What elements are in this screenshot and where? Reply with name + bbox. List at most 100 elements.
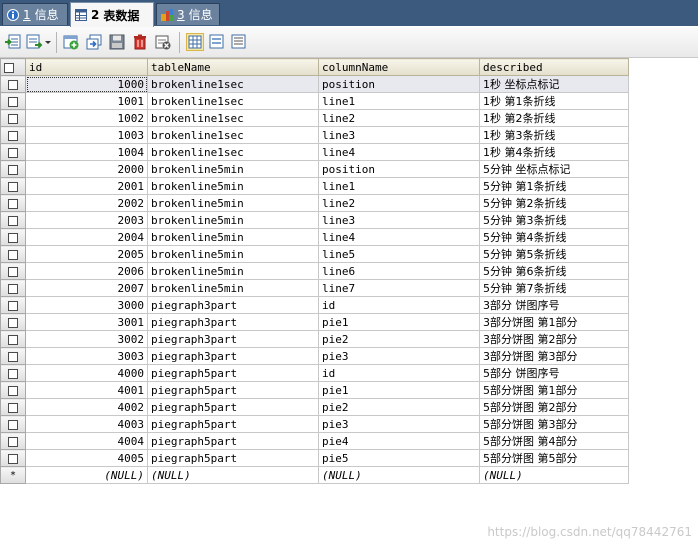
cell-columnname[interactable]: pie3 [318, 347, 480, 365]
cell-columnname[interactable]: position [318, 75, 480, 93]
table-row[interactable]: 4003 piegraph5part pie3 5部分饼图 第3部分 [0, 415, 629, 433]
cell-columnname[interactable]: line1 [318, 92, 480, 110]
table-row[interactable]: 2005 brokenline5min line5 5分钟 第5条折线 [0, 245, 629, 263]
row-checkbox[interactable] [0, 211, 26, 229]
cell-columnname[interactable]: position [318, 160, 480, 178]
cell-tablename[interactable]: piegraph3part [147, 313, 319, 331]
row-checkbox[interactable] [0, 296, 26, 314]
cell-columnname[interactable]: line3 [318, 211, 480, 229]
new-row[interactable]: * (NULL) (NULL) (NULL) (NULL) [0, 466, 629, 484]
row-checkbox[interactable] [0, 126, 26, 144]
null-cell[interactable]: (NULL) [147, 466, 319, 484]
cell-described[interactable]: 5分钟 坐标点标记 [479, 160, 629, 178]
cell-id[interactable]: 2007 [25, 279, 148, 297]
cell-columnname[interactable]: id [318, 364, 480, 382]
table-row[interactable]: 3001 piegraph3part pie1 3部分饼图 第1部分 [0, 313, 629, 331]
cell-columnname[interactable]: line2 [318, 194, 480, 212]
table-row[interactable]: 4005 piegraph5part pie5 5部分饼图 第5部分 [0, 449, 629, 467]
row-checkbox[interactable] [0, 92, 26, 110]
table-row[interactable]: 1003 brokenline1sec line3 1秒 第3条折线 [0, 126, 629, 144]
cell-tablename[interactable]: piegraph5part [147, 449, 319, 467]
insert-row-icon[interactable] [62, 33, 80, 51]
table-row[interactable]: 2003 brokenline5min line3 5分钟 第3条折线 [0, 211, 629, 229]
cell-id[interactable]: 3000 [25, 296, 148, 314]
tab-table-data[interactable]: 2 表数据 [70, 2, 154, 27]
cell-id[interactable]: 3001 [25, 313, 148, 331]
table-row[interactable]: 4000 piegraph5part id 5部分 饼图序号 [0, 364, 629, 382]
cell-id[interactable]: 3003 [25, 347, 148, 365]
import-dropdown-icon[interactable] [26, 33, 52, 51]
row-checkbox[interactable] [0, 143, 26, 161]
column-header-described[interactable]: described [479, 58, 629, 76]
table-row[interactable]: 2000 brokenline5min position 5分钟 坐标点标记 [0, 160, 629, 178]
tab-info-1[interactable]: 1 信息 [2, 3, 68, 25]
row-checkbox[interactable] [0, 398, 26, 416]
table-row[interactable]: 4002 piegraph5part pie2 5部分饼图 第2部分 [0, 398, 629, 416]
cell-tablename[interactable]: brokenline5min [147, 245, 319, 263]
cell-columnname[interactable]: line5 [318, 245, 480, 263]
cell-tablename[interactable]: brokenline1sec [147, 109, 319, 127]
cell-columnname[interactable]: line1 [318, 177, 480, 195]
cell-id[interactable]: 1002 [25, 109, 148, 127]
grid-view-icon[interactable] [186, 33, 204, 51]
table-row[interactable]: 2001 brokenline5min line1 5分钟 第1条折线 [0, 177, 629, 195]
cell-described[interactable]: 5部分饼图 第1部分 [479, 381, 629, 399]
cell-described[interactable]: 1秒 第2条折线 [479, 109, 629, 127]
cell-tablename[interactable]: brokenline1sec [147, 92, 319, 110]
cell-id[interactable]: 2000 [25, 160, 148, 178]
cell-described[interactable]: 5部分 饼图序号 [479, 364, 629, 382]
table-row[interactable]: 2002 brokenline5min line2 5分钟 第2条折线 [0, 194, 629, 212]
save-icon[interactable] [108, 33, 126, 51]
cell-id[interactable]: 3002 [25, 330, 148, 348]
table-row[interactable]: 4004 piegraph5part pie4 5部分饼图 第4部分 [0, 432, 629, 450]
cell-id[interactable]: 1004 [25, 143, 148, 161]
table-row[interactable]: 3002 piegraph3part pie2 3部分饼图 第2部分 [0, 330, 629, 348]
cell-described[interactable]: 3部分饼图 第2部分 [479, 330, 629, 348]
cell-described[interactable]: 1秒 坐标点标记 [479, 75, 629, 93]
cell-described[interactable]: 5部分饼图 第3部分 [479, 415, 629, 433]
cell-id[interactable]: 4004 [25, 432, 148, 450]
row-checkbox[interactable] [0, 330, 26, 348]
cell-tablename[interactable]: piegraph5part [147, 364, 319, 382]
row-checkbox[interactable] [0, 245, 26, 263]
row-checkbox[interactable] [0, 449, 26, 467]
cell-described[interactable]: 5分钟 第5条折线 [479, 245, 629, 263]
column-header-tablename[interactable]: tableName [147, 58, 319, 76]
cell-columnname[interactable]: line4 [318, 228, 480, 246]
tab-info-3[interactable]: 3 信息 [156, 3, 220, 25]
cell-tablename[interactable]: brokenline1sec [147, 75, 319, 93]
cell-columnname[interactable]: id [318, 296, 480, 314]
form-view-icon[interactable] [208, 33, 226, 51]
row-checkbox[interactable] [0, 228, 26, 246]
cell-columnname[interactable]: pie2 [318, 398, 480, 416]
cell-tablename[interactable]: piegraph3part [147, 330, 319, 348]
text-view-icon[interactable] [230, 33, 248, 51]
cell-columnname[interactable]: pie5 [318, 449, 480, 467]
cell-id[interactable]: 4000 [25, 364, 148, 382]
cell-tablename[interactable]: brokenline5min [147, 160, 319, 178]
column-header-id[interactable]: id [25, 58, 148, 76]
delete-icon[interactable] [131, 33, 149, 51]
select-all-checkbox[interactable] [0, 58, 26, 76]
row-checkbox[interactable] [0, 75, 26, 93]
table-row[interactable]: 2004 brokenline5min line4 5分钟 第4条折线 [0, 228, 629, 246]
cell-described[interactable]: 5部分饼图 第4部分 [479, 432, 629, 450]
duplicate-row-icon[interactable] [85, 33, 103, 51]
cell-described[interactable]: 5部分饼图 第2部分 [479, 398, 629, 416]
cell-columnname[interactable]: pie4 [318, 432, 480, 450]
cell-id[interactable]: 4002 [25, 398, 148, 416]
cell-id[interactable]: 4005 [25, 449, 148, 467]
cell-tablename[interactable]: piegraph5part [147, 415, 319, 433]
row-checkbox[interactable] [0, 432, 26, 450]
cell-tablename[interactable]: piegraph5part [147, 398, 319, 416]
cell-tablename[interactable]: brokenline5min [147, 279, 319, 297]
cell-columnname[interactable]: pie3 [318, 415, 480, 433]
row-checkbox[interactable] [0, 415, 26, 433]
cell-id[interactable]: 1003 [25, 126, 148, 144]
cell-described[interactable]: 3部分 饼图序号 [479, 296, 629, 314]
null-cell[interactable]: (NULL) [25, 466, 148, 484]
row-checkbox[interactable] [0, 364, 26, 382]
cell-described[interactable]: 1秒 第1条折线 [479, 92, 629, 110]
cell-columnname[interactable]: line2 [318, 109, 480, 127]
table-row[interactable]: 4001 piegraph5part pie1 5部分饼图 第1部分 [0, 381, 629, 399]
